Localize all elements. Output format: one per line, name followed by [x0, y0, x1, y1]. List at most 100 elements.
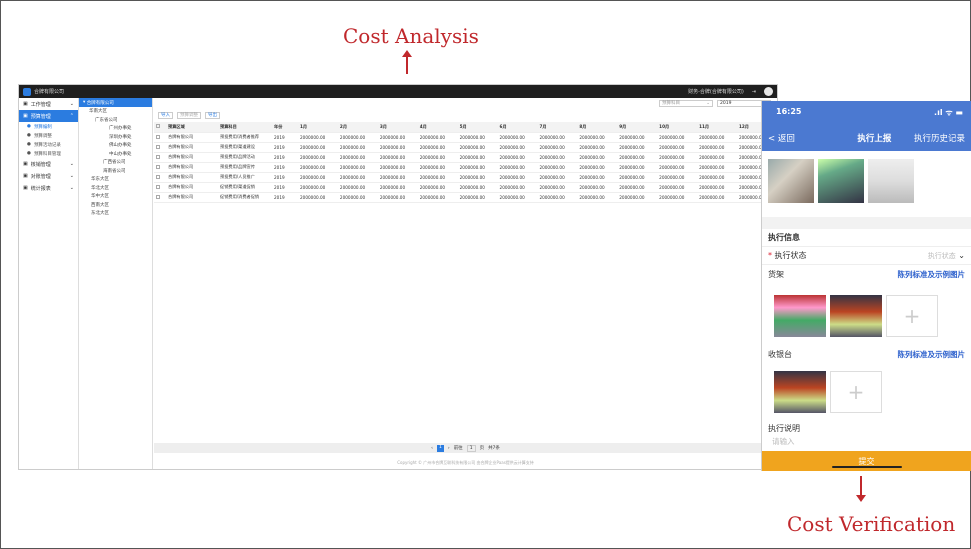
row-checkbox[interactable] — [156, 144, 160, 149]
tree-node[interactable]: 广州办事处 — [79, 124, 152, 133]
cost-verification-caption: Cost Verification — [787, 512, 956, 536]
column-header: 3月 — [377, 122, 418, 133]
counter-photo[interactable] — [774, 371, 826, 413]
chevron-down-icon: ⌄ — [706, 100, 710, 106]
page-title: 执行上报 — [857, 134, 892, 144]
column-header: 5月 — [457, 122, 498, 133]
tree-node[interactable]: 佛山办事处 — [79, 141, 152, 150]
row-checkbox[interactable] — [156, 164, 160, 169]
sidebar-item[interactable]: ▣ 核销管理 ⌄ — [19, 158, 78, 170]
avatar[interactable] — [764, 87, 773, 96]
sidebar-item[interactable]: ▣ 统计报表 ⌄ — [19, 182, 78, 194]
next-page-icon[interactable]: › — [448, 446, 450, 451]
reconcile-icon: ▣ — [23, 173, 28, 179]
status-field[interactable]: * 执行状态 执行状态 ⌄ — [762, 247, 971, 265]
column-header: 9月 — [617, 122, 658, 133]
chevron-down-icon: ⌄ — [958, 250, 965, 260]
budget-table: 预算区域 预算科目 年份 1月 2月 3月 4月 5月 6月 7月 8月 9月 10月 11月 12月 合牌… — [154, 122, 777, 203]
add-photo-button[interactable]: + — [886, 295, 938, 337]
mobile-screen: 16:25 .ıl ᯤ ▬ < 返回 执行上报 执行历史记录 执行信息 * 执行状… — [761, 101, 971, 471]
check-icon: ▣ — [23, 161, 28, 167]
add-photo-button[interactable]: + — [830, 371, 882, 413]
shelf-label: 货架 — [768, 269, 784, 279]
org-tree: ▾ 合牌有限公司 华南大区 广东省公司 广州办事处 深圳办事处 佛山办事处 中山办事处 广西… — [79, 98, 153, 469]
select-all-checkbox[interactable] — [156, 124, 160, 129]
chevron-icon: ⌄ — [69, 161, 74, 167]
signal-icon: .ıl ᯤ ▬ — [934, 108, 963, 117]
table-row[interactable]: 合牌有限公司 促销费用/消费者促销 2019 2000000.00 2000000.00… — [154, 192, 777, 203]
table-row[interactable]: 合牌有限公司 预投费用/品牌宣传 2019 2000000.00 2000000.00 2… — [154, 162, 777, 173]
chevron-icon: ⌄ — [69, 173, 74, 179]
sidebar-item[interactable]: ▣ 预算管理 ⌃ — [19, 110, 78, 122]
tree-node[interactable]: 华北大区 — [79, 184, 152, 193]
down-arrow-icon — [856, 476, 866, 502]
adjust-button[interactable]: 预算调整 — [177, 111, 201, 119]
tree-node[interactable]: 东北大区 — [79, 209, 152, 218]
sidebar-subitem[interactable]: ● 预算活动记录 — [19, 140, 78, 149]
example-link[interactable]: 陈列标准及示例图片 — [898, 349, 966, 360]
status-time: 16:25 — [776, 107, 802, 116]
table-row[interactable]: 合牌有限公司 预投费用/品牌活动 2019 2000000.00 2000000.00 2… — [154, 152, 777, 163]
sidebar-subitem[interactable]: ● 预算科目管理 — [19, 149, 78, 158]
row-checkbox[interactable] — [156, 194, 160, 199]
sidebar-item[interactable]: ▣ 工作管理 ⌄ — [19, 98, 78, 110]
sidebar-subitem[interactable]: ● 预算调整 — [19, 131, 78, 140]
back-button[interactable]: < 返回 — [768, 132, 795, 144]
tree-node[interactable]: 海南省公司 — [79, 167, 152, 176]
row-checkbox[interactable] — [156, 184, 160, 189]
column-header: 6月 — [497, 122, 538, 133]
page-input[interactable]: 1 — [466, 444, 476, 452]
copyright: Copyright © 广州市合牌互联科技有限公司 由合牌企业Paas提供云计算… — [397, 460, 534, 465]
tree-node[interactable]: 华南大区 — [79, 107, 152, 116]
subject-select[interactable]: 预算科目 ⌄ — [659, 99, 713, 107]
table-row[interactable]: 合牌有限公司 预投费用/消费者推荐 2019 2000000.00 2000000.00… — [154, 132, 777, 143]
tree-node[interactable]: 西南大区 — [79, 201, 152, 210]
tree-root[interactable]: ▾ 合牌有限公司 — [79, 98, 152, 107]
column-header: 7月 — [537, 122, 578, 133]
row-checkbox[interactable] — [156, 174, 160, 179]
table-row[interactable]: 合牌有限公司 预投费用/渠道建设 2019 2000000.00 2000000.00 2… — [154, 142, 777, 153]
photo-thumb[interactable] — [818, 159, 864, 203]
submit-button[interactable]: 提交 — [762, 451, 971, 471]
photo-thumb[interactable] — [768, 159, 814, 203]
table-row[interactable]: 合牌有限公司 预投费用/人员推广 2019 2000000.00 2000000.00 2… — [154, 172, 777, 183]
tree-node[interactable]: 广西省公司 — [79, 158, 152, 167]
row-checkbox[interactable] — [156, 134, 160, 139]
logout-icon[interactable]: ⇥ — [752, 89, 756, 95]
budget-icon: ▣ — [23, 113, 28, 119]
column-header: 10月 — [657, 122, 698, 133]
top-bar: 合牌有限公司 财务-合牌(合牌有限公司) ⇥ — [19, 85, 777, 98]
sidebar-subitem[interactable]: ● 预算编制 — [19, 122, 78, 131]
main-panel: 预算科目⌄ 2019▢ 导入 预算调整 导出 预算区域预算科目年份1月2月3月4… — [154, 98, 777, 469]
company-name: 合牌有限公司 — [34, 89, 65, 95]
tree-node[interactable]: 广东省公司 — [79, 116, 152, 125]
column-header: 2月 — [337, 122, 378, 133]
column-header: 8月 — [577, 122, 618, 133]
section-title: 执行信息 — [768, 233, 800, 242]
up-arrow-icon — [402, 50, 412, 74]
desktop-app: 合牌有限公司 财务-合牌(合牌有限公司) ⇥ ▣ 工作管理 ⌄ ▣ 预算管理 ⌃ ● 预算编… — [18, 84, 778, 470]
shelf-photo[interactable] — [774, 295, 826, 337]
cost-analysis-caption: Cost Analysis — [343, 24, 479, 48]
chevron-icon: ⌄ — [69, 101, 74, 107]
row-checkbox[interactable] — [156, 154, 160, 159]
example-link[interactable]: 陈列标准及示例图片 — [898, 269, 966, 280]
page-number[interactable]: 1 — [436, 444, 444, 452]
user-name[interactable]: 财务-合牌(合牌有限公司) — [688, 88, 744, 95]
tree-node[interactable]: 华东大区 — [79, 175, 152, 184]
tree-node[interactable]: 中山办事处 — [79, 150, 152, 159]
prev-page-icon[interactable]: ‹ — [431, 446, 433, 451]
home-icon: ▣ — [23, 101, 28, 107]
column-header: 4月 — [417, 122, 458, 133]
import-button[interactable]: 导入 — [158, 111, 173, 119]
photo-thumb[interactable] — [868, 159, 914, 203]
tree-node[interactable]: 华中大区 — [79, 192, 152, 201]
report-icon: ▣ — [23, 185, 28, 191]
export-button[interactable]: 导出 — [205, 111, 220, 119]
table-row[interactable]: 合牌有限公司 促销费用/渠道促销 2019 2000000.00 2000000.00 2… — [154, 182, 777, 193]
history-link[interactable]: 执行历史记录 — [914, 132, 965, 144]
shelf-photo[interactable] — [830, 295, 882, 337]
note-input[interactable]: 请输入 — [762, 434, 971, 449]
tree-node[interactable]: 深圳办事处 — [79, 133, 152, 142]
sidebar-item[interactable]: ▣ 对账管理 ⌄ — [19, 170, 78, 182]
